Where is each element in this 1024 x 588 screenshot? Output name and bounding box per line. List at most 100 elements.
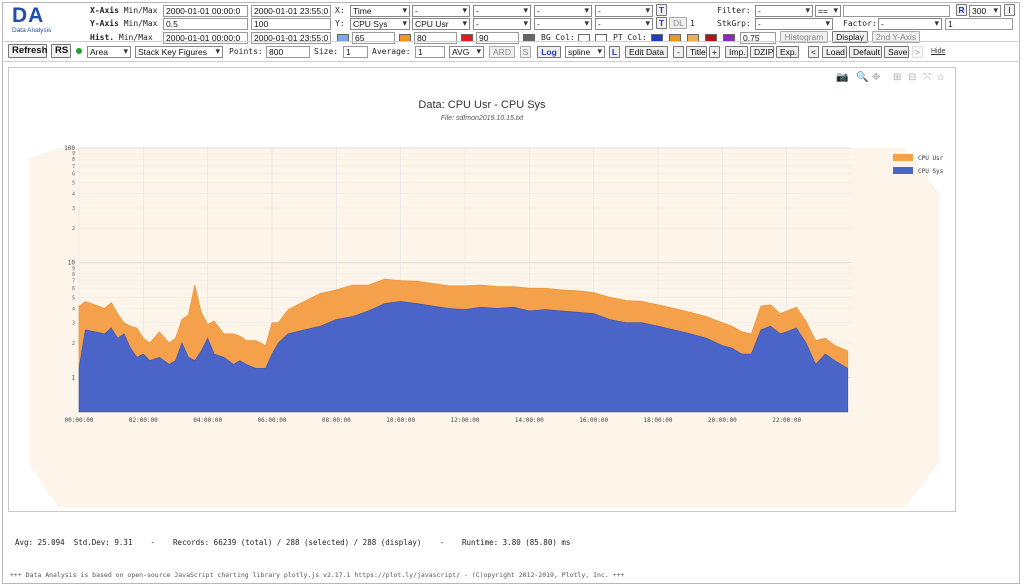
- title-button[interactable]: Title: [686, 46, 707, 58]
- load-button[interactable]: Load: [822, 46, 847, 58]
- title-minus-button[interactable]: -: [673, 46, 684, 58]
- y-minor-tick-label: 5: [72, 295, 75, 301]
- threshold-value-3[interactable]: 90: [476, 32, 519, 44]
- rs-button[interactable]: RS: [51, 44, 71, 58]
- y-tick-label: 1: [71, 374, 75, 381]
- t-button-y[interactable]: T: [656, 17, 667, 29]
- l-button[interactable]: L: [609, 46, 620, 58]
- app-logo: DA Data Analysis: [12, 5, 68, 36]
- stkgrp-label: StkGrp:: [717, 19, 751, 28]
- status-text: Avg: 25.094 Std.Dev: 9.31 - Records: 662…: [15, 538, 571, 547]
- import-button[interactable]: Imp.: [725, 46, 748, 58]
- y-minor-tick-label: 8: [72, 157, 75, 163]
- chart-type-select[interactable]: Area: [87, 46, 131, 58]
- threshold-value-1[interactable]: 65: [352, 32, 395, 44]
- status-indicator-dot: [76, 48, 82, 54]
- hist-min-input[interactable]: 2000-01-01 00:00:0: [163, 32, 248, 44]
- toolbar-separator-2: [2, 61, 1018, 62]
- chart-svg: Data: CPU Usr - CPU Sys File: sdfmon2019…: [29, 99, 944, 508]
- hist-max-input[interactable]: 2000-01-01 23:55:0: [251, 32, 331, 44]
- factor-select[interactable]: -: [878, 18, 942, 30]
- factor-label: Factor:: [843, 19, 877, 28]
- yaxis-max-input[interactable]: 100: [251, 18, 331, 30]
- t-button-x[interactable]: T: [656, 4, 667, 16]
- filter-select[interactable]: -: [755, 5, 813, 17]
- legend-swatch: [893, 167, 913, 174]
- threshold-value-2[interactable]: 80: [414, 32, 457, 44]
- y-extra-select-1[interactable]: -: [473, 18, 531, 30]
- legend-swatch: [893, 154, 913, 161]
- y-minor-tick-label: 5: [72, 181, 75, 187]
- legend-label: CPU Usr: [918, 155, 944, 162]
- factor-input[interactable]: 1: [945, 18, 1013, 30]
- stack-select[interactable]: Stack Key Figures: [135, 46, 223, 58]
- xaxis-min-input[interactable]: 2000-01-01 00:00:0: [163, 5, 248, 17]
- dl-value: 1: [690, 19, 695, 28]
- y-minor-tick-label: 2: [72, 341, 75, 347]
- hide-link[interactable]: Hide: [931, 48, 945, 55]
- filter-label: Filter:: [717, 6, 751, 15]
- prev-button[interactable]: <: [808, 46, 819, 58]
- x-tick-label: 04:00:00: [193, 417, 222, 424]
- chart-container: 📷 🔍 ✥ ⊞ ⊟ ⤧ ⌂ Data: CPU Usr - CPU Sys Fi…: [8, 67, 956, 512]
- avg-select[interactable]: AVG: [449, 46, 484, 58]
- x-extra-select-4[interactable]: -: [595, 5, 653, 17]
- r-value-select[interactable]: 300: [969, 5, 1001, 17]
- points-label: Points:: [229, 47, 263, 56]
- y-minor-tick-label: 6: [72, 171, 75, 177]
- y-minor-tick-label: 2: [72, 226, 75, 232]
- points-input[interactable]: 800: [266, 46, 310, 58]
- logo-subtitle: Data Analysis: [12, 27, 52, 34]
- refresh-button[interactable]: Refresh: [8, 44, 47, 58]
- y-extra-select-2[interactable]: -: [534, 18, 592, 30]
- x-tick-label: 00:00:00: [65, 417, 94, 424]
- line-shape-select[interactable]: spline: [565, 46, 605, 58]
- next-button[interactable]: >: [912, 46, 923, 58]
- y-select-label: Y:: [335, 19, 345, 28]
- edit-data-button[interactable]: Edit Data: [625, 46, 668, 58]
- credit-text: +++ Data Analysis is based on open-sourc…: [10, 571, 625, 579]
- y-select-2[interactable]: CPU Usr: [412, 18, 470, 30]
- filter-value-input[interactable]: [843, 5, 950, 17]
- x-extra-select-3[interactable]: -: [534, 5, 592, 17]
- dzip-button[interactable]: DZIP: [750, 46, 774, 58]
- alpha-input[interactable]: 0.75: [740, 32, 776, 44]
- y-minor-tick-label: 3: [72, 206, 75, 212]
- y-select-1[interactable]: CPU Sys: [350, 18, 410, 30]
- title-plus-button[interactable]: +: [709, 46, 720, 58]
- y-minor-tick-label: 6: [72, 286, 75, 292]
- x-select[interactable]: Time: [350, 5, 410, 17]
- x-tick-label: 10:00:00: [386, 417, 415, 424]
- yaxis-min-input[interactable]: 0.5: [163, 18, 248, 30]
- y-minor-tick-label: 7: [72, 279, 75, 285]
- s-button[interactable]: S: [520, 46, 531, 58]
- xaxis-max-input[interactable]: 2000-01-01 23:55:0: [251, 5, 331, 17]
- x-select-label: X:: [335, 6, 345, 15]
- dl-button[interactable]: DL: [669, 17, 687, 29]
- y-minor-tick-label: 4: [72, 192, 75, 198]
- default-button[interactable]: Default: [849, 46, 882, 58]
- chart-title: Data: CPU Usr - CPU Sys: [418, 99, 546, 111]
- save-button[interactable]: Save: [884, 46, 909, 58]
- average-input[interactable]: 1: [415, 46, 445, 58]
- log-button[interactable]: Log: [537, 46, 561, 58]
- filter-operator-select[interactable]: ==: [815, 5, 841, 17]
- r-button[interactable]: R: [956, 4, 967, 16]
- y-minor-tick-label: 8: [72, 272, 75, 278]
- stkgrp-select[interactable]: -: [755, 18, 833, 30]
- export-button[interactable]: Exp.: [776, 46, 799, 58]
- y-minor-tick-label: 7: [72, 164, 75, 170]
- x-tick-label: 20:00:00: [708, 417, 737, 424]
- x-tick-label: 16:00:00: [579, 417, 608, 424]
- x-tick-label: 06:00:00: [258, 417, 287, 424]
- x-tick-label: 14:00:00: [515, 417, 544, 424]
- size-input[interactable]: 1: [343, 46, 368, 58]
- x-extra-select-1[interactable]: -: [412, 5, 470, 17]
- y-minor-tick-label: 4: [72, 306, 75, 312]
- x-tick-label: 22:00:00: [772, 417, 801, 424]
- y-extra-select-3[interactable]: -: [595, 18, 653, 30]
- ard-button[interactable]: ARD: [489, 46, 515, 58]
- info-button[interactable]: I: [1004, 4, 1015, 16]
- yaxis-label: Y-Axis Min/Max: [90, 19, 158, 28]
- x-extra-select-2[interactable]: -: [473, 5, 531, 17]
